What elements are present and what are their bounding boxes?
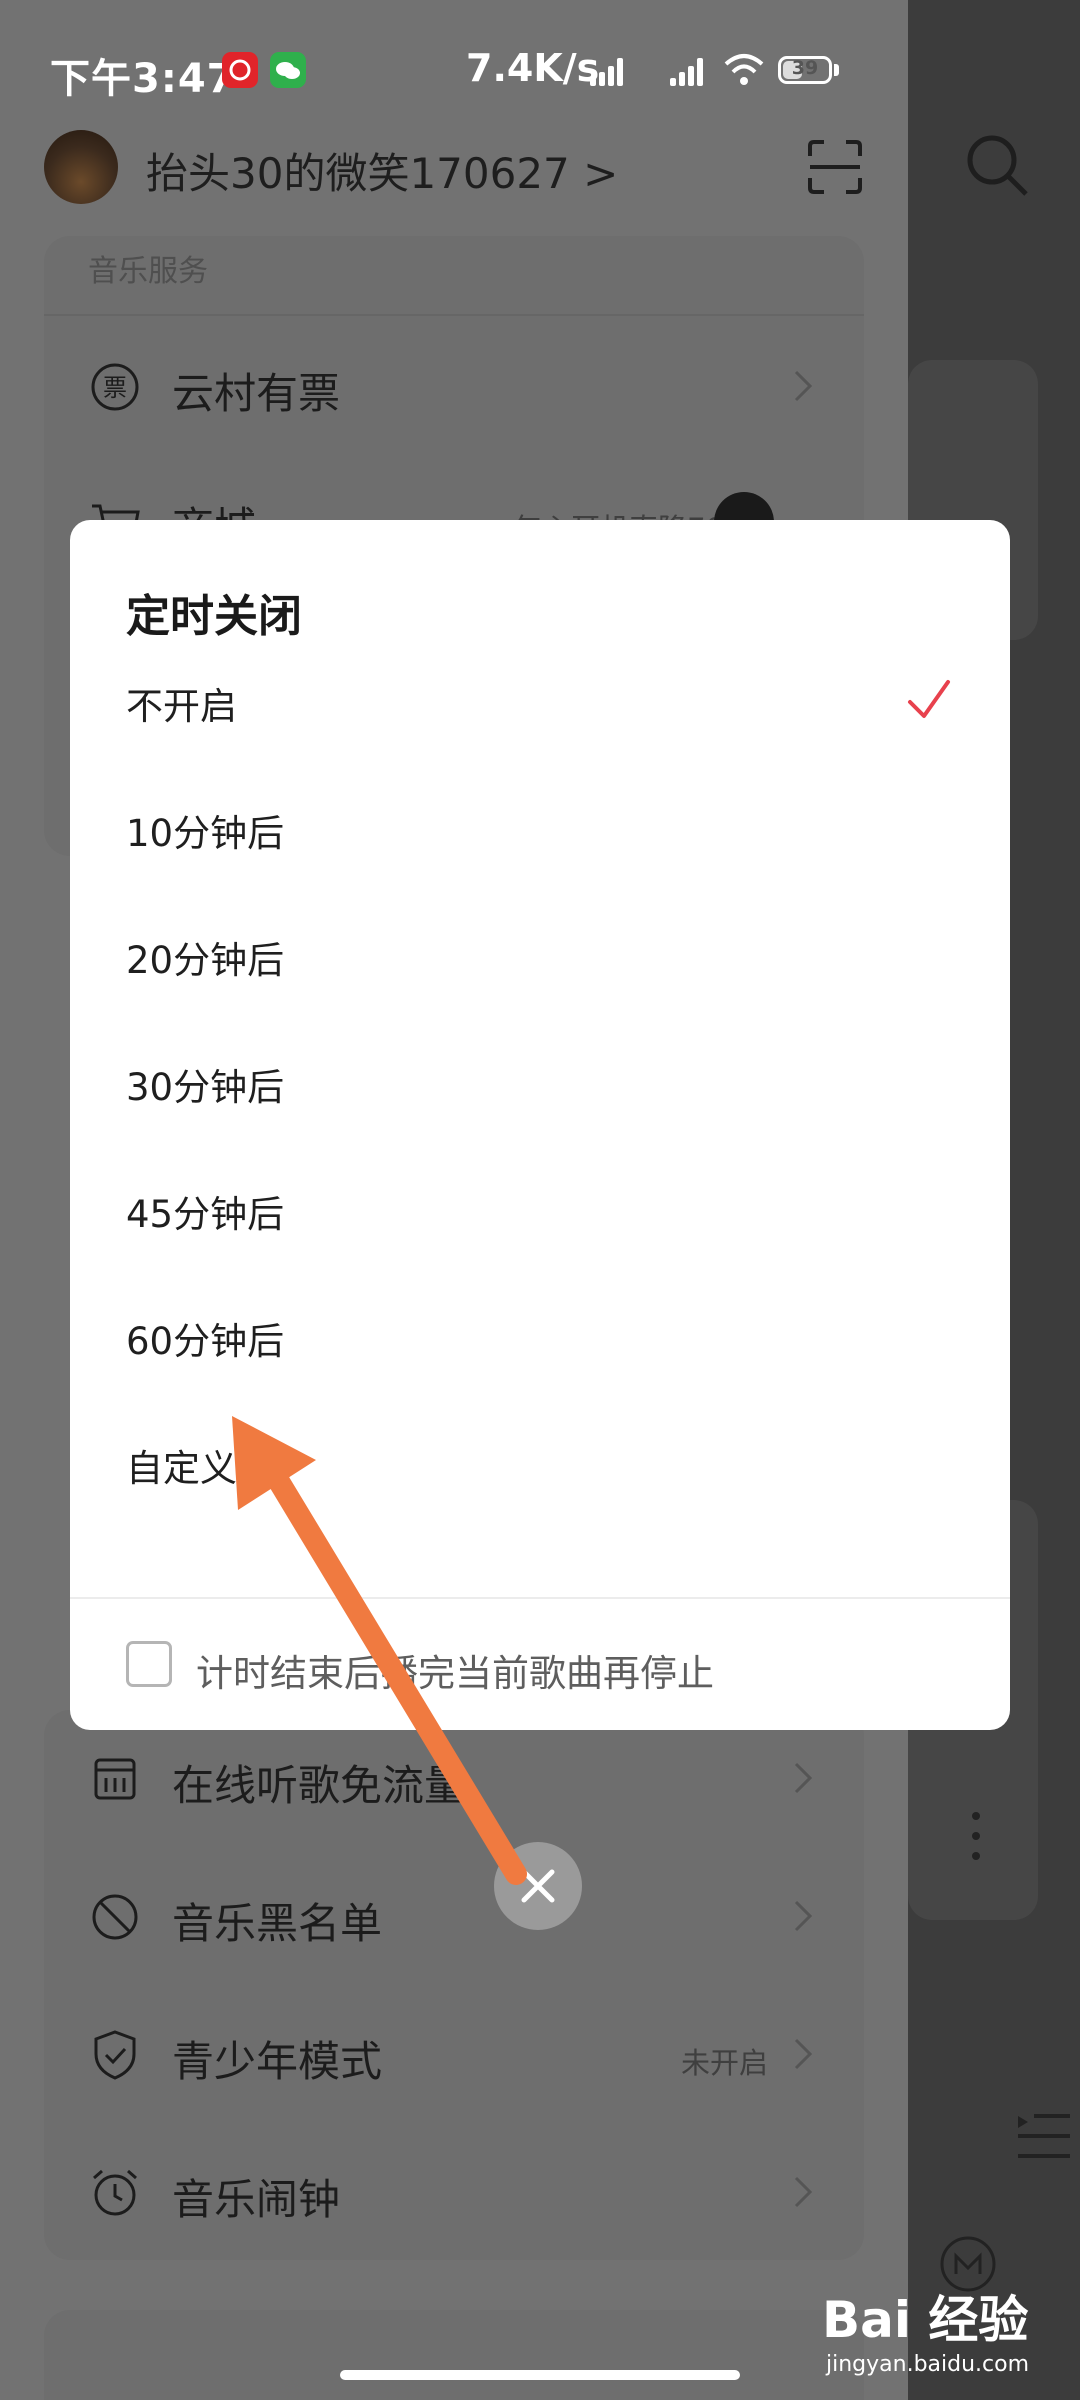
menu-item-label: 音乐闹钟 (172, 2175, 341, 2224)
menu-item-mall[interactable]: 商城 年心耳机直降70 (44, 460, 864, 520)
menu-item-alarm[interactable]: 音乐闹钟 (44, 2132, 864, 2252)
more-icon[interactable] (970, 1810, 982, 1862)
cart-icon (92, 504, 140, 520)
option-label: 10分钟后 (126, 812, 285, 855)
finish-song-checkbox[interactable] (126, 1641, 172, 1687)
menu-item-free-data[interactable]: 在线听歌免流量 (44, 1718, 864, 1838)
home-indicator[interactable] (340, 2370, 740, 2380)
menu-item-promo: 年心耳机直降70 (513, 506, 724, 520)
svg-text:票: 票 (103, 374, 127, 402)
timer-option-custom[interactable]: 自定义 (70, 1400, 1010, 1527)
menu-item-tickets[interactable]: 票 云村有票 (44, 326, 864, 446)
watermark-brand: Bai 经验 (822, 2291, 1029, 2349)
finish-song-option[interactable]: 计时结束后播完当前歌曲再停止 (70, 1599, 1010, 1730)
divider (44, 314, 864, 316)
battery-tip (834, 64, 839, 76)
finish-song-label: 计时结束后播完当前歌曲再停止 (196, 1652, 714, 1695)
battery-percent: 39 (791, 57, 819, 79)
menu-item-label: 云村有票 (172, 369, 341, 418)
bottom-card (44, 2310, 864, 2400)
wechat-icon (270, 52, 306, 88)
status-time: 下午3:47 (50, 56, 236, 102)
sleep-timer-dialog: 定时关闭 不开启 10分钟后 20分钟后 30分钟后 45分钟后 60分钟后 自… (70, 520, 1010, 1730)
profile-row[interactable]: 抬头30的微笑170627 > (0, 128, 908, 238)
menu-item-status: 未开启 (680, 2046, 768, 2080)
menu-item-blacklist[interactable]: 音乐黑名单 (44, 1856, 864, 1976)
username[interactable]: 抬头30的微笑170627 > (146, 140, 618, 201)
wifi-icon (724, 54, 764, 85)
section-title: 音乐服务 (88, 254, 208, 289)
signal-icon (590, 56, 626, 86)
chevron-right-icon (794, 370, 813, 402)
timer-option-60[interactable]: 60分钟后 (70, 1273, 1010, 1400)
alarm-clock-icon (93, 2169, 137, 2216)
app-screen: 下午3:47 7.4K/s 39 抬头30的微笑170627 > 音乐服务 票 … (0, 0, 1080, 2400)
chevron-right-icon (794, 1762, 813, 1794)
option-label: 30分钟后 (126, 1066, 285, 1109)
netease-music-icon (222, 52, 258, 88)
search-icon[interactable] (964, 132, 1030, 198)
promo-thumbnail (714, 492, 774, 520)
menu-item-label: 商城 (172, 494, 256, 520)
menu-item-label: 在线听歌免流量 (172, 1761, 467, 1810)
option-label: 45分钟后 (126, 1193, 285, 1236)
menu-item-label: 音乐黑名单 (172, 1899, 383, 1948)
timer-option-off[interactable]: 不开启 (70, 638, 1010, 765)
sim-card-icon (94, 1758, 136, 1800)
close-button[interactable] (494, 1842, 582, 1930)
battery-icon: 39 (778, 56, 832, 84)
status-bar: 下午3:47 7.4K/s 39 (0, 0, 1080, 140)
block-icon (92, 1894, 138, 1940)
check-icon (908, 680, 950, 718)
watermark-url: jingyan.baidu.com (826, 2352, 1030, 2377)
timer-option-45[interactable]: 45分钟后 (70, 1146, 1010, 1273)
ticket-icon: 票 (91, 363, 139, 411)
option-label: 60分钟后 (126, 1320, 285, 1363)
timer-option-10[interactable]: 10分钟后 (70, 765, 1010, 892)
avatar[interactable] (44, 130, 118, 204)
timer-option-30[interactable]: 30分钟后 (70, 1019, 1010, 1146)
playlist-icon[interactable] (1016, 2110, 1072, 2160)
baidu-jingyan-watermark: Bai 经验 jingyan.baidu.com (822, 2280, 1072, 2390)
option-label: 不开启 (126, 685, 237, 728)
menu-item-label: 青少年模式 (172, 2037, 383, 2086)
menu-item-teen-mode[interactable]: 青少年模式 未开启 (44, 1994, 864, 2114)
option-label: 自定义 (126, 1447, 237, 1490)
network-speed: 7.4K/s (466, 46, 600, 90)
chevron-right-icon (794, 2176, 813, 2208)
timer-option-20[interactable]: 20分钟后 (70, 892, 1010, 1019)
chevron-right-icon (794, 2038, 813, 2070)
scan-icon[interactable] (806, 138, 864, 196)
chevron-right-icon (794, 1900, 813, 1932)
shield-icon (94, 2030, 136, 2080)
close-icon (521, 1869, 555, 1903)
dialog-title: 定时关闭 (126, 591, 302, 642)
option-label: 20分钟后 (126, 939, 285, 982)
signal-icon (670, 56, 706, 86)
